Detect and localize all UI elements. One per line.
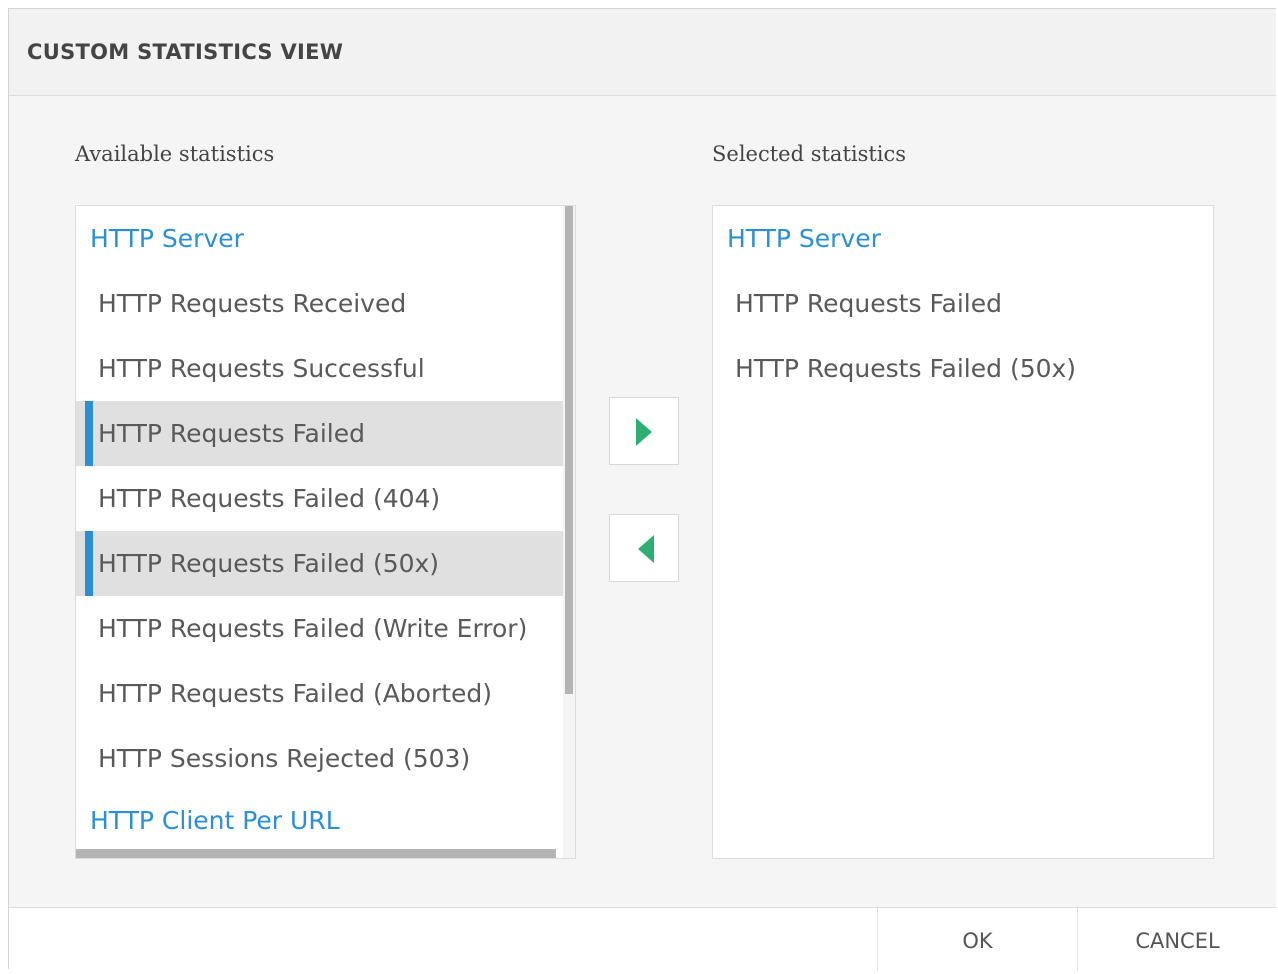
remove-from-selected-button[interactable] — [609, 514, 679, 582]
available-statistics-list[interactable]: HTTP Server HTTP Requests Received HTTP … — [75, 205, 576, 859]
list-item-label: HTTP Requests Failed (404) — [98, 484, 441, 513]
list-item[interactable]: HTTP Requests Failed (Aborted) — [76, 661, 563, 726]
list-item-label: HTTP Requests Received — [98, 289, 407, 318]
list-item[interactable]: HTTP Requests Failed (Write Error) — [76, 596, 563, 661]
dialog-footer: OK CANCEL — [9, 907, 1276, 971]
list-item[interactable]: HTTP Requests Failed (50x) — [713, 336, 1213, 401]
list-item-label: HTTP Server — [90, 224, 244, 253]
ok-button[interactable]: OK — [877, 908, 1077, 971]
horizontal-scrollbar-thumb[interactable] — [76, 849, 556, 858]
list-item-label: HTTP Requests Failed — [98, 419, 365, 448]
dialog-header: CUSTOM STATISTICS VIEW — [9, 9, 1276, 96]
selected-statistics-label: Selected statistics — [712, 142, 907, 166]
list-item-label: HTTP Sessions Rejected (503) — [98, 744, 471, 773]
list-item-label: HTTP Requests Failed (Write Error) — [98, 614, 528, 643]
list-item-label: HTTP Requests Failed — [735, 289, 1002, 318]
list-group-header[interactable]: HTTP Server — [713, 206, 1213, 271]
list-item-selected[interactable]: HTTP Requests Failed (50x) — [76, 531, 563, 596]
list-item[interactable]: HTTP Sessions Rejected (503) — [76, 726, 563, 791]
vertical-scrollbar[interactable] — [563, 206, 575, 858]
selected-statistics-list[interactable]: HTTP Server HTTP Requests Failed HTTP Re… — [712, 205, 1214, 859]
custom-statistics-dialog: CUSTOM STATISTICS VIEW Available statist… — [8, 8, 1276, 971]
list-group-header[interactable]: HTTP Client Per URL — [76, 788, 563, 853]
list-item[interactable]: HTTP Requests Failed — [713, 271, 1213, 336]
list-item[interactable]: HTTP Requests Failed (404) — [76, 466, 563, 531]
arrow-right-icon — [636, 418, 652, 446]
list-group-header[interactable]: HTTP Server — [76, 206, 563, 271]
list-item-label: HTTP Requests Failed (50x) — [735, 354, 1077, 383]
list-item[interactable]: HTTP Requests Successful — [76, 336, 563, 401]
add-to-selected-button[interactable] — [609, 397, 679, 465]
list-item-label: HTTP Requests Successful — [98, 354, 425, 383]
list-item-label: HTTP Server — [727, 224, 881, 253]
dialog-title: CUSTOM STATISTICS VIEW — [27, 40, 344, 64]
list-item-selected[interactable]: HTTP Requests Failed — [76, 401, 563, 466]
list-item-label: HTTP Client Per URL — [90, 806, 340, 835]
list-item-label: HTTP Requests Failed (Aborted) — [98, 679, 493, 708]
cancel-button[interactable]: CANCEL — [1077, 908, 1277, 971]
arrow-left-icon — [638, 535, 654, 563]
list-item[interactable]: HTTP Requests Received — [76, 271, 563, 336]
vertical-scrollbar-thumb[interactable] — [565, 206, 573, 694]
available-statistics-label: Available statistics — [75, 142, 275, 166]
list-item-label: HTTP Requests Failed (50x) — [98, 549, 440, 578]
